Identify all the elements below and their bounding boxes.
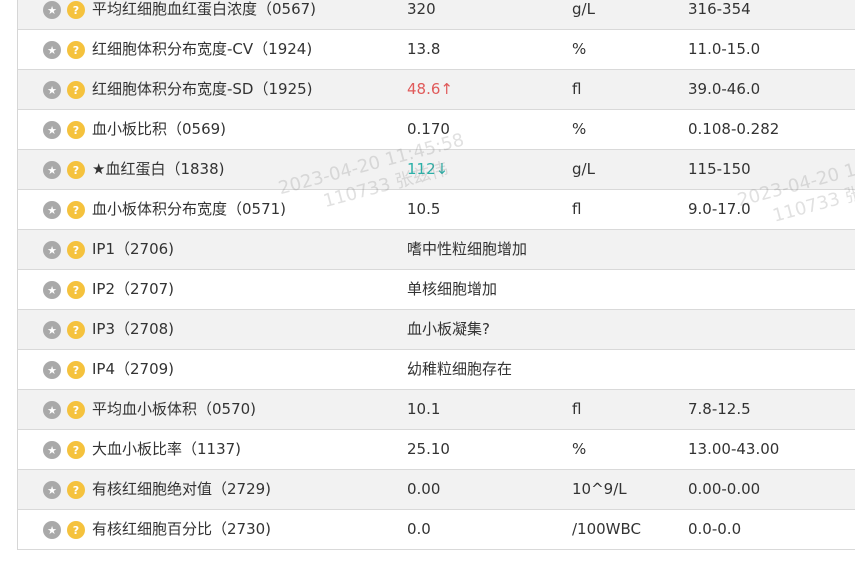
item-unit: fl — [572, 80, 582, 98]
item-name: 红细胞体积分布宽度-CV（1924) — [92, 40, 313, 58]
table-row: ★? 平均血小板体积（0570) 10.1 fl 7.8-12.5 — [18, 390, 855, 430]
item-name: 血小板比积（0569) — [92, 120, 227, 138]
item-unit: fl — [572, 400, 582, 418]
help-icon[interactable]: ? — [67, 201, 85, 219]
item-name: 有核红细胞百分比（2730) — [92, 520, 272, 538]
table-row: ★? 血小板体积分布宽度（0571) 10.5 fl 9.0-17.0 — [18, 190, 855, 230]
star-icon[interactable]: ★ — [43, 201, 61, 219]
help-icon[interactable]: ? — [67, 281, 85, 299]
item-unit: 10^9/L — [572, 480, 627, 498]
results-table: ★? 平均红细胞血红蛋白浓度（0567) 320 g/L 316-354 ★? 红细胞体积分… — [17, 0, 855, 550]
item-value: 血小板凝集? — [407, 320, 490, 338]
table-row: ★? IP4（2709) 幼稚粒细胞存在 — [18, 350, 855, 390]
table-row: ★? 血小板比积（0569) 0.170% 0.108-0.282 — [18, 110, 855, 150]
help-icon[interactable]: ? — [67, 161, 85, 179]
help-icon[interactable]: ? — [67, 321, 85, 339]
item-range: 115-150 — [688, 160, 751, 178]
table-row: ★? 红细胞体积分布宽度-SD（1925) 48.6↑ fl 39.0-46.0 — [18, 70, 855, 110]
item-name: ★血红蛋白（1838) — [92, 160, 225, 178]
help-icon[interactable]: ? — [67, 121, 85, 139]
item-value: 320 — [407, 0, 436, 18]
item-value: 48.6↑ — [407, 80, 453, 98]
item-value: 嗜中性粒细胞增加 — [407, 240, 528, 258]
star-icon[interactable]: ★ — [43, 81, 61, 99]
help-icon[interactable]: ? — [67, 241, 85, 259]
table-row: ★? IP2（2707) 单核细胞增加 — [18, 270, 855, 310]
star-icon[interactable]: ★ — [43, 41, 61, 59]
help-icon[interactable]: ? — [67, 401, 85, 419]
star-icon[interactable]: ★ — [43, 1, 61, 19]
item-value: 13.8 — [407, 40, 441, 58]
item-name: 有核红细胞绝对值（2729) — [92, 480, 272, 498]
item-range: 0.0-0.0 — [688, 520, 742, 538]
star-icon[interactable]: ★ — [43, 121, 61, 139]
item-name: IP2（2707) — [92, 280, 175, 298]
item-unit: fl — [572, 200, 582, 218]
table-row: ★? 大血小板比率（1137) 25.10% 13.00-43.00 — [18, 430, 855, 470]
item-value: 幼稚粒细胞存在 — [407, 360, 513, 378]
help-icon[interactable]: ? — [67, 41, 85, 59]
item-value: 25.10 — [407, 440, 450, 458]
star-icon[interactable]: ★ — [43, 321, 61, 339]
table-row: ★? 平均红细胞血红蛋白浓度（0567) 320 g/L 316-354 — [18, 0, 855, 30]
item-unit: % — [572, 40, 587, 58]
item-name: IP1（2706) — [92, 240, 175, 258]
item-unit: g/L — [572, 0, 595, 18]
item-range: 316-354 — [688, 0, 751, 18]
item-unit: % — [572, 120, 587, 138]
item-value: 10.1 — [407, 400, 441, 418]
star-icon[interactable]: ★ — [43, 441, 61, 459]
item-unit: % — [572, 440, 587, 458]
help-icon[interactable]: ? — [67, 521, 85, 539]
item-value: 112↓ — [407, 160, 449, 178]
item-name: IP3（2708) — [92, 320, 175, 338]
item-range: 11.0-15.0 — [688, 40, 761, 58]
help-icon[interactable]: ? — [67, 481, 85, 499]
item-value: 0.0 — [407, 520, 431, 538]
star-icon[interactable]: ★ — [43, 241, 61, 259]
item-range: 9.0-17.0 — [688, 200, 751, 218]
star-icon[interactable]: ★ — [43, 281, 61, 299]
item-range: 7.8-12.5 — [688, 400, 751, 418]
item-range: 0.108-0.282 — [688, 120, 780, 138]
table-row: ★? ★血红蛋白（1838) 112↓ g/L 115-150 — [18, 150, 855, 190]
table-row: ★? 有核红细胞百分比（2730) 0.0/100WBC 0.0-0.0 — [18, 510, 855, 550]
item-range: 13.00-43.00 — [688, 440, 780, 458]
star-icon[interactable]: ★ — [43, 361, 61, 379]
star-icon[interactable]: ★ — [43, 401, 61, 419]
item-value: 单核细胞增加 — [407, 280, 498, 298]
table-row: ★? 有核红细胞绝对值（2729) 0.00 10^9/L 0.00-0.00 — [18, 470, 855, 510]
help-icon[interactable]: ? — [67, 361, 85, 379]
item-range: 0.00-0.00 — [688, 480, 761, 498]
item-unit: g/L — [572, 160, 595, 178]
item-range: 39.0-46.0 — [688, 80, 761, 98]
item-name: 大血小板比率（1137) — [92, 440, 242, 458]
table-row: ★? 红细胞体积分布宽度-CV（1924) 13.8% 11.0-15.0 — [18, 30, 855, 70]
item-name: 平均血小板体积（0570) — [92, 400, 257, 418]
star-icon[interactable]: ★ — [43, 481, 61, 499]
item-name: 平均红细胞血红蛋白浓度（0567) — [92, 0, 317, 18]
table-row: ★? IP1（2706) 嗜中性粒细胞增加 — [18, 230, 855, 270]
help-icon[interactable]: ? — [67, 1, 85, 19]
item-unit: /100WBC — [572, 520, 642, 538]
item-value: 0.170 — [407, 120, 450, 138]
help-icon[interactable]: ? — [67, 441, 85, 459]
table-row: ★? IP3（2708) 血小板凝集? — [18, 310, 855, 350]
star-icon[interactable]: ★ — [43, 521, 61, 539]
item-name: 红细胞体积分布宽度-SD（1925) — [92, 80, 313, 98]
item-value: 0.00 — [407, 480, 441, 498]
star-icon[interactable]: ★ — [43, 161, 61, 179]
item-name: 血小板体积分布宽度（0571) — [92, 200, 287, 218]
item-name: IP4（2709) — [92, 360, 175, 378]
item-value: 10.5 — [407, 200, 441, 218]
help-icon[interactable]: ? — [67, 81, 85, 99]
